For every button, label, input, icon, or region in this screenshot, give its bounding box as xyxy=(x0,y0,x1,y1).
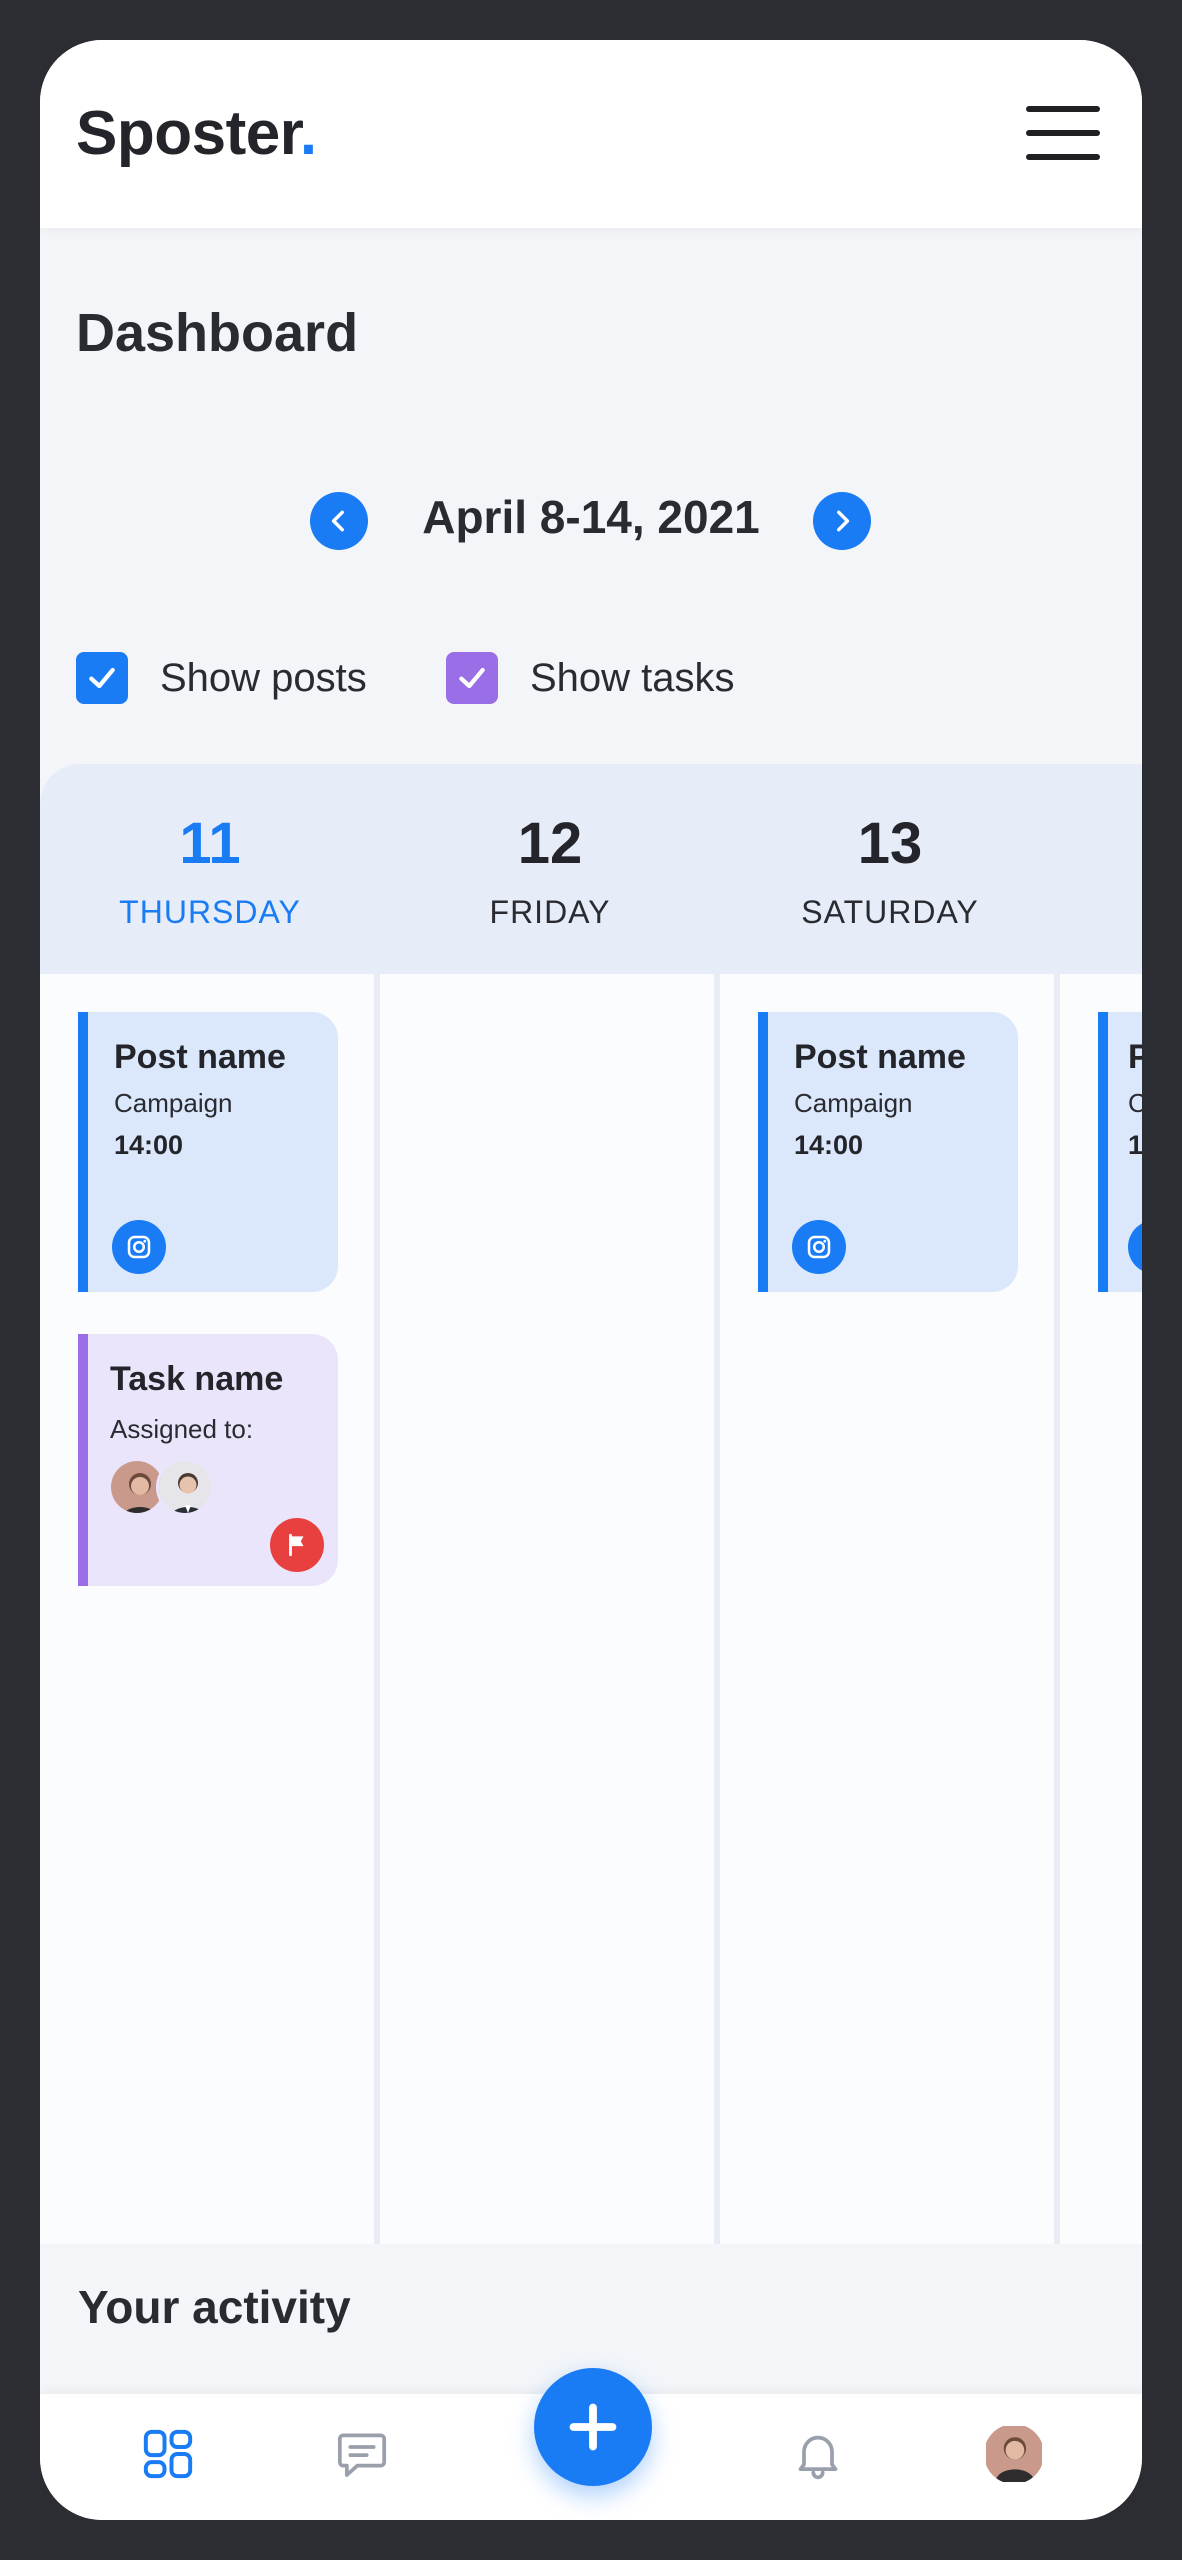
dashboard-icon[interactable] xyxy=(136,2422,200,2486)
week-range-label: April 8-14, 2021 xyxy=(422,491,760,543)
post-time: 14:00 xyxy=(1128,1130,1142,1160)
bell-icon[interactable] xyxy=(786,2422,850,2486)
task-assigned-label: Assigned to: xyxy=(110,1414,254,1444)
week-calendar: 11 THURSDAY 12 FRIDAY 13 SATURDAY Post n… xyxy=(40,764,1142,2244)
next-week-button[interactable] xyxy=(813,492,871,550)
show-posts-checkbox[interactable]: Show posts xyxy=(76,650,367,706)
post-accent-bar xyxy=(758,1012,768,1292)
flag-icon[interactable] xyxy=(270,1518,324,1572)
post-card[interactable]: Post name Campaign 14:00 xyxy=(78,1012,338,1292)
post-card[interactable]: Post name Campaign 14:00 xyxy=(758,1012,1018,1292)
chevron-right-icon xyxy=(837,510,850,532)
profile-avatar[interactable] xyxy=(984,2424,1044,2484)
day-number: 13 xyxy=(857,811,923,876)
show-posts-label: Show posts xyxy=(160,655,367,700)
page-title: Dashboard xyxy=(76,303,359,363)
logo-text: Sposter xyxy=(76,99,300,168)
calendar-grid: Post name Campaign 14:00 Task name Assig… xyxy=(40,974,1142,2244)
show-tasks-checkbox[interactable]: Show tasks xyxy=(446,650,735,706)
post-title: Post name xyxy=(1128,1038,1142,1076)
logo-dot: . xyxy=(299,99,317,168)
column-divider xyxy=(1054,974,1060,2244)
avatar[interactable] xyxy=(156,1458,214,1516)
task-title: Task name xyxy=(110,1360,284,1398)
day-name: FRIDAY xyxy=(489,894,611,930)
column-divider xyxy=(714,974,720,2244)
post-campaign: Campaign xyxy=(794,1088,913,1118)
post-time: 14:00 xyxy=(794,1130,864,1160)
task-card[interactable]: Task name Assigned to: xyxy=(78,1334,338,1586)
post-accent-bar xyxy=(78,1012,88,1292)
previous-week-button[interactable] xyxy=(310,492,368,550)
post-campaign: Campaign xyxy=(114,1088,233,1118)
hamburger-menu-icon[interactable] xyxy=(1026,106,1100,160)
day-name: THURSDAY xyxy=(119,894,301,930)
day-number: 12 xyxy=(517,811,583,876)
show-tasks-label: Show tasks xyxy=(530,655,735,700)
post-campaign: Campaign xyxy=(1128,1088,1142,1118)
messages-icon[interactable] xyxy=(330,2422,394,2486)
add-button[interactable] xyxy=(534,2368,652,2486)
day-name: SATURDAY xyxy=(801,894,979,930)
day-header-saturday[interactable]: 13 SATURDAY xyxy=(720,764,1060,974)
check-icon xyxy=(459,667,485,689)
instagram-icon xyxy=(112,1220,166,1274)
instagram-icon xyxy=(1128,1220,1142,1274)
instagram-icon xyxy=(792,1220,846,1274)
chevron-left-icon xyxy=(331,510,344,532)
activity-section-title: Your activity xyxy=(78,2281,351,2333)
week-navigator: April 8-14, 2021 xyxy=(40,476,1142,566)
calendar-day-headers: 11 THURSDAY 12 FRIDAY 13 SATURDAY xyxy=(40,764,1142,974)
day-header-thursday[interactable]: 11 THURSDAY xyxy=(40,764,380,974)
post-card[interactable]: Post name Campaign 14:00 xyxy=(1098,1012,1142,1292)
logo[interactable]: Sposter. xyxy=(76,98,317,169)
plus-icon xyxy=(569,2403,617,2451)
column-divider xyxy=(374,974,380,2244)
checkbox-checked[interactable] xyxy=(446,652,498,704)
app-header: Sposter. xyxy=(40,40,1142,228)
day-number: 11 xyxy=(179,811,241,876)
post-accent-bar xyxy=(1098,1012,1108,1292)
task-accent-bar xyxy=(78,1334,88,1586)
post-time: 14:00 xyxy=(114,1130,184,1160)
checkbox-checked[interactable] xyxy=(76,652,128,704)
post-title: Post name xyxy=(114,1038,286,1076)
day-header-friday[interactable]: 12 FRIDAY xyxy=(380,764,720,974)
check-icon xyxy=(89,667,115,689)
post-title: Post name xyxy=(794,1038,966,1076)
app-screen: Sposter. Dashboard April 8-14, 2021 Show… xyxy=(40,40,1142,2520)
